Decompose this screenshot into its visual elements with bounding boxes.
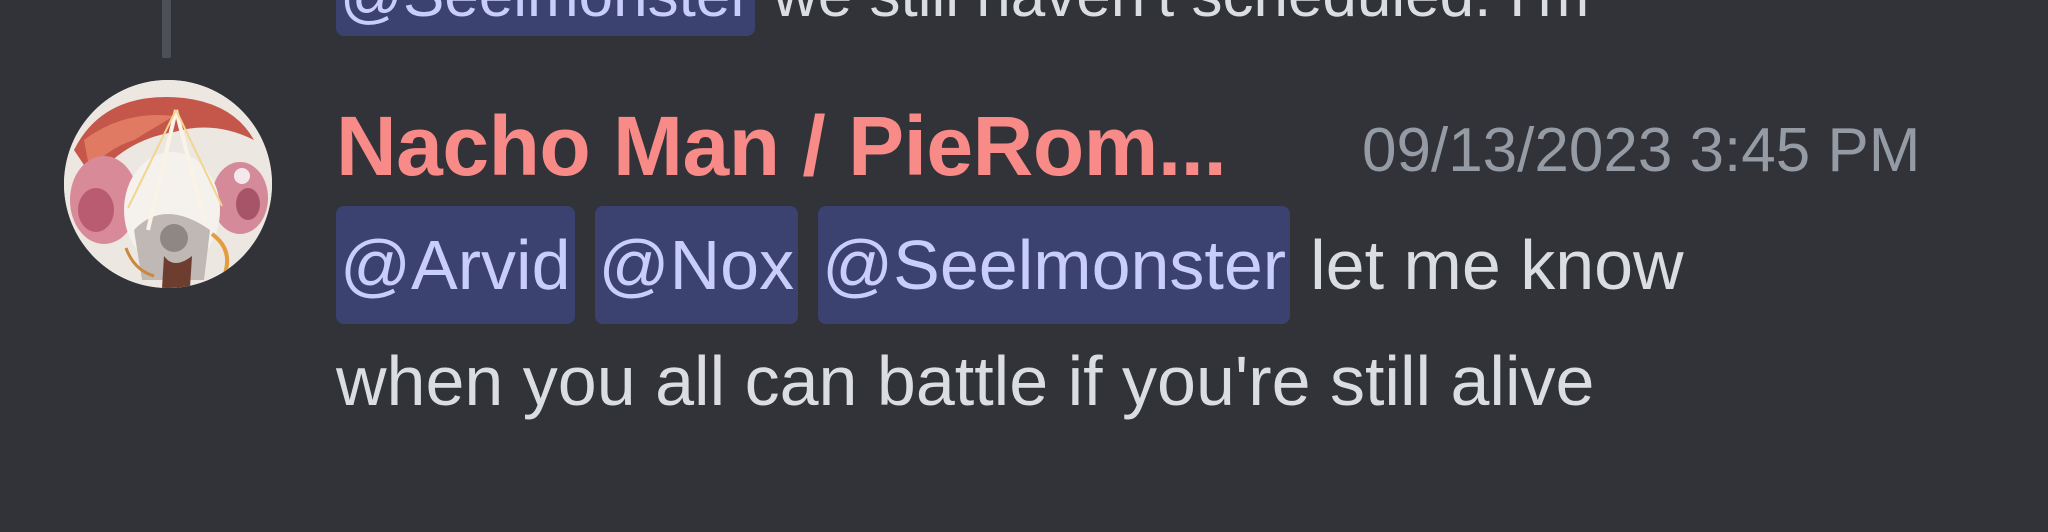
mention-nox[interactable]: @Nox: [594, 206, 799, 324]
previous-mention[interactable]: @Seelmonster: [336, 0, 755, 36]
message-text: let me know: [1310, 226, 1684, 304]
previous-message-text: we still haven't scheduled. I'm: [773, 0, 1589, 36]
reply-thread-line: [162, 0, 171, 58]
message-text: when you all can battle if you're still …: [336, 342, 1595, 420]
mention-seelmonster[interactable]: @Seelmonster: [818, 206, 1291, 324]
username[interactable]: Nacho Man / PieRom...: [336, 104, 1227, 188]
message-line: when you all can battle if you're still …: [336, 324, 2016, 438]
message-line: @Arvid @Nox @Seelmonster let me know: [336, 206, 2016, 324]
previous-message: @Seelmonster we still haven't scheduled.…: [336, 0, 1589, 36]
timestamp[interactable]: 09/13/2023 3:45 PM: [1362, 118, 1920, 184]
avatar-image: [64, 80, 272, 288]
mention-arvid[interactable]: @Arvid: [336, 206, 575, 324]
message-body: @Arvid @Nox @Seelmonster let me know whe…: [336, 206, 2016, 438]
chat-viewport: @Seelmonster we still haven't scheduled.…: [0, 0, 2048, 532]
message-header: Nacho Man / PieRom... 09/13/2023 3:45 PM: [336, 104, 2036, 188]
user-avatar[interactable]: [64, 80, 272, 288]
